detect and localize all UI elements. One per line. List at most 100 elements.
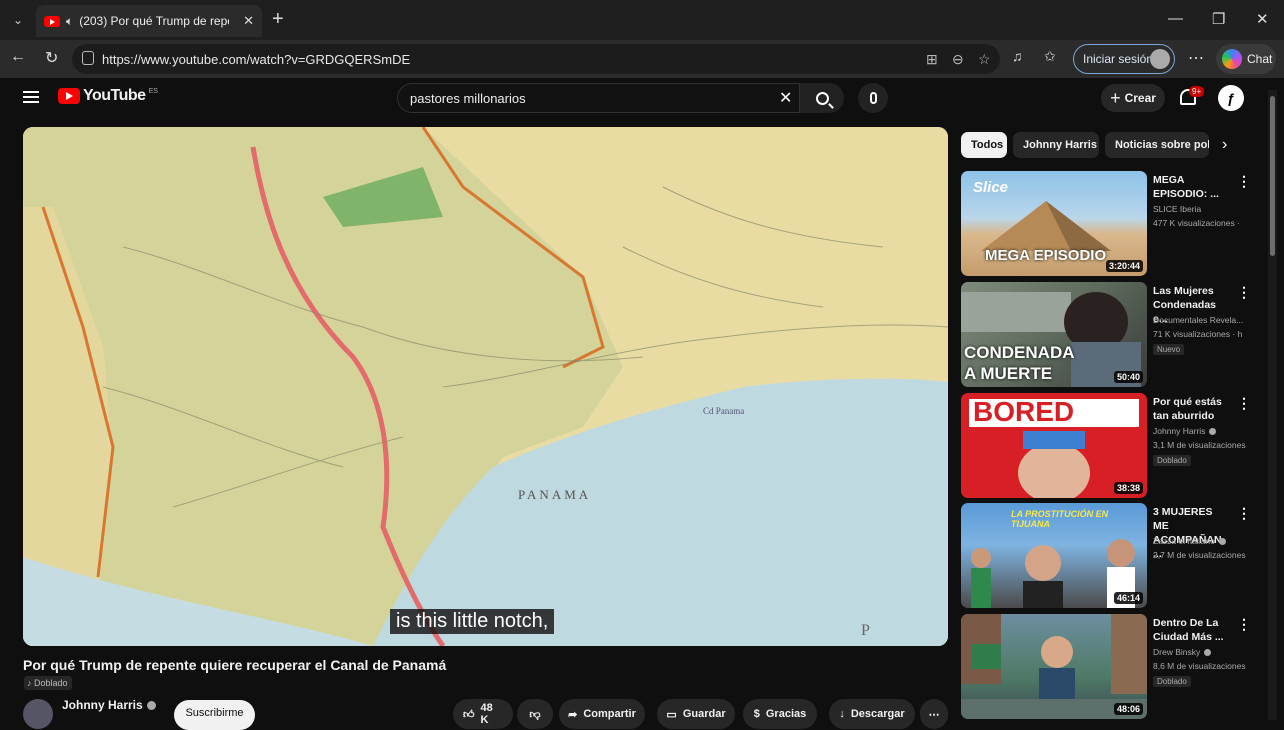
copilot-chat-button[interactable]: Chat xyxy=(1216,44,1276,74)
browser-tab-bar: ⌄ 🔈︎ (203) Por qué Trump de repen ✕ + — … xyxy=(0,0,1284,40)
more-vert-icon[interactable]: ⋮ xyxy=(1237,616,1251,633)
more-vert-icon[interactable]: ⋮ xyxy=(1237,173,1251,190)
rec-channel[interactable]: Drew Binsky xyxy=(1153,647,1212,657)
rec-channel-text: Drew Binsky xyxy=(1153,647,1201,657)
voice-search-button[interactable] xyxy=(858,83,888,113)
new-badge: Nuevo xyxy=(1153,344,1185,355)
window-close-button[interactable]: ✕ xyxy=(1256,10,1269,28)
menu-icon[interactable] xyxy=(23,91,39,103)
search-input[interactable]: pastores millonarios xyxy=(397,83,800,113)
recommendation-item[interactable]: CONDENADA A MUERTE 50:40 Las Mujeres Con… xyxy=(961,282,1261,387)
page-scrollbar[interactable] xyxy=(1268,90,1277,720)
scrollbar-thumb[interactable] xyxy=(1270,96,1275,256)
speaker-icon[interactable]: 🔈︎ xyxy=(66,14,73,29)
rec-channel-text: Johnny Harris xyxy=(1153,426,1206,436)
search-icon xyxy=(815,91,829,105)
thanks-icon: $ xyxy=(753,708,760,720)
browser-toolbar: ← ↻ https://www.youtube.com/watch?v=GRDG… xyxy=(0,40,1284,78)
youtube-favicon-icon xyxy=(44,15,60,27)
video-title: Por qué Trump de repente quiere recupera… xyxy=(23,657,447,673)
chat-label: Chat xyxy=(1247,52,1273,66)
more-actions-button[interactable]: ⋯ xyxy=(920,699,948,729)
rec-channel[interactable]: Documentales Revela... xyxy=(1153,315,1243,325)
clear-search-icon[interactable]: ✕ xyxy=(779,88,792,108)
rec-channel[interactable]: Johnny Harris xyxy=(1153,426,1217,436)
rec-channel[interactable]: SLICE Iberia xyxy=(1153,204,1201,214)
minimize-button[interactable]: — xyxy=(1168,10,1183,27)
back-button[interactable]: ← xyxy=(10,48,26,66)
rec-channel-text: Zazza el Italiano xyxy=(1153,536,1215,546)
rec-channel[interactable]: Zazza el Italiano xyxy=(1153,536,1226,546)
restore-button[interactable]: ❐ xyxy=(1212,10,1225,28)
channel-name[interactable]: Johnny Harris xyxy=(62,698,156,712)
recommendation-item[interactable]: BORED 38:38 Por qué estás tan aburrido J… xyxy=(961,393,1261,498)
browser-tab[interactable]: 🔈︎ (203) Por qué Trump de repen ✕ xyxy=(36,5,262,37)
account-avatar[interactable]: ƒ xyxy=(1218,85,1244,111)
save-label: Guardar xyxy=(682,708,726,720)
video-thumbnail[interactable]: CONDENADA A MUERTE 50:40 xyxy=(961,282,1147,387)
chip-noticias[interactable]: Noticias sobre polí xyxy=(1105,132,1209,158)
more-vert-icon[interactable]: ⋮ xyxy=(1237,505,1251,522)
create-button[interactable]: + Crear xyxy=(1101,84,1165,112)
signin-button[interactable]: Iniciar sesión xyxy=(1073,44,1175,74)
video-duration: 38:38 xyxy=(1113,482,1143,494)
share-icon: ➦ xyxy=(568,708,578,721)
more-vert-icon[interactable]: ⋮ xyxy=(1237,284,1251,301)
tab-actions-menu[interactable]: ⌄ xyxy=(0,0,36,40)
video-duration: 50:40 xyxy=(1113,371,1143,383)
site-info-icon[interactable] xyxy=(82,51,94,65)
music-icon[interactable]: ♫ xyxy=(1012,48,1023,64)
bookmark-icon: ▭ xyxy=(666,708,677,721)
channel-avatar[interactable] xyxy=(23,699,53,729)
reload-button[interactable]: ↻ xyxy=(45,48,58,68)
recommendation-item[interactable]: LA PROSTITUCIÓN EN TIJUANA 46:14 3 MUJER… xyxy=(961,503,1261,608)
search-button[interactable] xyxy=(800,83,844,113)
video-thumbnail[interactable]: 48:06 xyxy=(961,614,1147,719)
rec-views: 8,6 M de visualizaciones xyxy=(1153,661,1246,671)
address-bar[interactable]: https://www.youtube.com/watch?v=GRDGQERS… xyxy=(72,44,1000,74)
zoom-icon[interactable]: ⊖ xyxy=(952,51,964,68)
dislike-button[interactable]: 👎︎ xyxy=(517,699,553,729)
like-button[interactable]: 👍︎ 48 K xyxy=(453,699,513,729)
map-video-frame: PANAMA Cd Panama P xyxy=(23,127,948,646)
youtube-logo[interactable]: YouTube ES xyxy=(58,87,158,105)
verified-icon xyxy=(146,701,156,711)
more-options-icon[interactable]: ⋯ xyxy=(1188,48,1204,68)
share-button[interactable]: ➦ Compartir xyxy=(559,699,645,729)
chip-johnny-harris[interactable]: Johnny Harris xyxy=(1013,132,1099,158)
rec-views: 3,1 M de visualizaciones xyxy=(1153,440,1246,450)
youtube-play-icon xyxy=(58,88,80,104)
save-button[interactable]: ▭ Guardar xyxy=(657,699,735,729)
download-button[interactable]: ↓ Descargar xyxy=(829,699,915,729)
chevron-right-icon[interactable]: › xyxy=(1222,136,1227,154)
video-caption: is this little notch, xyxy=(390,609,555,634)
favorite-star-icon[interactable]: ☆ xyxy=(978,51,991,68)
thumb-text: BORED xyxy=(973,396,1075,427)
download-icon: ↓ xyxy=(839,708,845,720)
rec-title[interactable]: Dentro De La Ciudad Más ... xyxy=(1153,616,1229,644)
thanks-button[interactable]: $ Gracias xyxy=(743,699,817,729)
video-thumbnail[interactable]: Slice MEGA EPISODIO 3:20:44 xyxy=(961,171,1147,276)
rec-title[interactable]: Por qué estás tan aburrido xyxy=(1153,395,1229,423)
video-thumbnail[interactable]: LA PROSTITUCIÓN EN TIJUANA 46:14 xyxy=(961,503,1147,608)
video-duration: 46:14 xyxy=(1113,592,1143,604)
recommendation-item[interactable]: Slice MEGA EPISODIO 3:20:44 MEGA EPISODI… xyxy=(961,171,1261,276)
recommendation-item[interactable]: 48:06 Dentro De La Ciudad Más ... Drew B… xyxy=(961,614,1261,719)
subscribe-button[interactable]: Suscribirme xyxy=(174,700,255,730)
video-thumbnail[interactable]: BORED 38:38 xyxy=(961,393,1147,498)
signin-label: Iniciar sesión xyxy=(1083,52,1154,66)
chip-todos[interactable]: Todos xyxy=(961,132,1007,158)
thanks-label: Gracias xyxy=(765,708,807,720)
url-text: https://www.youtube.com/watch?v=GRDGQERS… xyxy=(102,51,411,67)
more-vert-icon[interactable]: ⋮ xyxy=(1237,395,1251,412)
new-tab-button[interactable]: + xyxy=(272,8,284,31)
video-duration: 48:06 xyxy=(1113,703,1143,715)
verified-icon xyxy=(1204,649,1212,657)
tab-close-icon[interactable]: ✕ xyxy=(243,13,254,29)
video-player[interactable]: PANAMA Cd Panama P xyxy=(23,127,948,646)
like-count: 48 K xyxy=(480,702,493,726)
favorites-icon[interactable]: ✩ xyxy=(1044,48,1056,65)
dubbed-badge: Doblado xyxy=(1153,455,1191,466)
rec-title[interactable]: MEGA EPISODIO: ... xyxy=(1153,173,1229,201)
app-available-icon[interactable]: ⊞ xyxy=(926,51,938,68)
